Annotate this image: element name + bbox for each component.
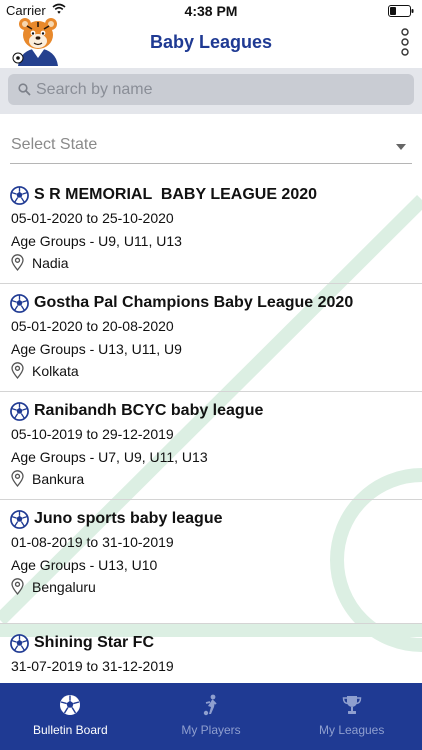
league-item[interactable]: Gostha Pal Champions Baby League 2020 05… <box>0 284 422 392</box>
league-dates: 01-08-2019 to 31-10-2019 <box>11 534 174 550</box>
trophy-icon <box>342 696 361 714</box>
league-title-row: Juno sports baby league <box>10 508 222 530</box>
soccer-ball-icon <box>10 185 29 205</box>
league-title-row: Ranibandh BCYC baby league <box>10 400 263 422</box>
league-location-row: Kolkata <box>11 362 79 379</box>
tab-bulletin-board[interactable]: Bulletin Board <box>0 683 141 750</box>
league-age-groups: Age Groups - U13, U10 <box>11 557 158 573</box>
league-location: Nadia <box>32 254 69 271</box>
league-title-row: S R MEMORIAL BABY LEAGUE 2020 <box>10 184 317 206</box>
state-select[interactable]: Select State <box>10 130 412 164</box>
league-name: Ranibandh BCYC baby league <box>34 402 264 419</box>
soccer-ball-icon <box>10 633 29 653</box>
league-list: S R MEMORIAL BABY LEAGUE 2020 05-01-2020… <box>0 176 422 732</box>
league-dates: 31-07-2019 to 31-12-2019 <box>11 658 174 674</box>
chevron-down-icon <box>396 144 406 150</box>
state-select-label: Select State <box>11 136 98 153</box>
location-pin-icon <box>11 362 24 379</box>
league-name: Shining Star FC <box>34 634 154 651</box>
league-title-row: Gostha Pal Champions Baby League 2020 <box>10 292 353 314</box>
league-age-groups: Age Groups - U9, U11, U13 <box>11 233 182 249</box>
player-icon <box>203 694 217 716</box>
league-dates: 05-01-2020 to 20-08-2020 <box>11 318 174 334</box>
location-pin-icon <box>11 470 24 487</box>
bottom-tab-bar: Bulletin Board My Players My Leagues <box>0 683 422 750</box>
league-location: Bankura <box>32 470 85 487</box>
battery-icon <box>388 5 414 17</box>
search-bar <box>0 68 422 114</box>
more-options-icon[interactable] <box>400 28 410 56</box>
tab-label: Bulletin Board <box>32 723 108 737</box>
search-icon <box>18 83 31 96</box>
league-title-row: Shining Star FC <box>10 632 154 654</box>
search-input[interactable] <box>36 74 406 105</box>
league-name: S R MEMORIAL BABY LEAGUE 2020 <box>34 186 318 203</box>
league-dates: 05-01-2020 to 25-10-2020 <box>11 210 174 226</box>
league-location-row: Nadia <box>11 254 69 271</box>
league-location-row: Bengaluru <box>11 578 96 595</box>
page-title: Baby Leagues <box>149 32 273 52</box>
app-header: Baby Leagues <box>0 18 422 68</box>
soccer-ball-icon <box>10 293 29 313</box>
location-pin-icon <box>11 254 24 271</box>
league-item[interactable]: Juno sports baby league 01-08-2019 to 31… <box>0 500 422 624</box>
league-location-row: Bankura <box>11 470 84 487</box>
league-name: Juno sports baby league <box>34 510 223 527</box>
location-pin-icon <box>11 578 24 595</box>
tab-my-leagues[interactable]: My Leagues <box>281 683 422 750</box>
league-name: Gostha Pal Champions Baby League 2020 <box>34 294 354 311</box>
league-item[interactable]: S R MEMORIAL BABY LEAGUE 2020 05-01-2020… <box>0 176 422 284</box>
soccer-ball-icon <box>10 401 29 421</box>
soccer-ball-icon <box>10 509 29 529</box>
league-location: Kolkata <box>32 362 79 379</box>
league-location: Bengaluru <box>32 578 96 595</box>
tab-label: My Leagues <box>318 723 385 737</box>
tab-label: My Players <box>181 723 241 737</box>
tab-my-players[interactable]: My Players <box>141 683 282 750</box>
soccer-ball-icon <box>60 695 81 715</box>
search-box[interactable] <box>8 74 414 105</box>
league-dates: 05-10-2019 to 29-12-2019 <box>11 426 174 442</box>
league-age-groups: Age Groups - U13, U11, U9 <box>11 341 182 357</box>
league-item[interactable]: Ranibandh BCYC baby league 05-10-2019 to… <box>0 392 422 500</box>
league-age-groups: Age Groups - U7, U9, U11, U13 <box>11 449 208 465</box>
